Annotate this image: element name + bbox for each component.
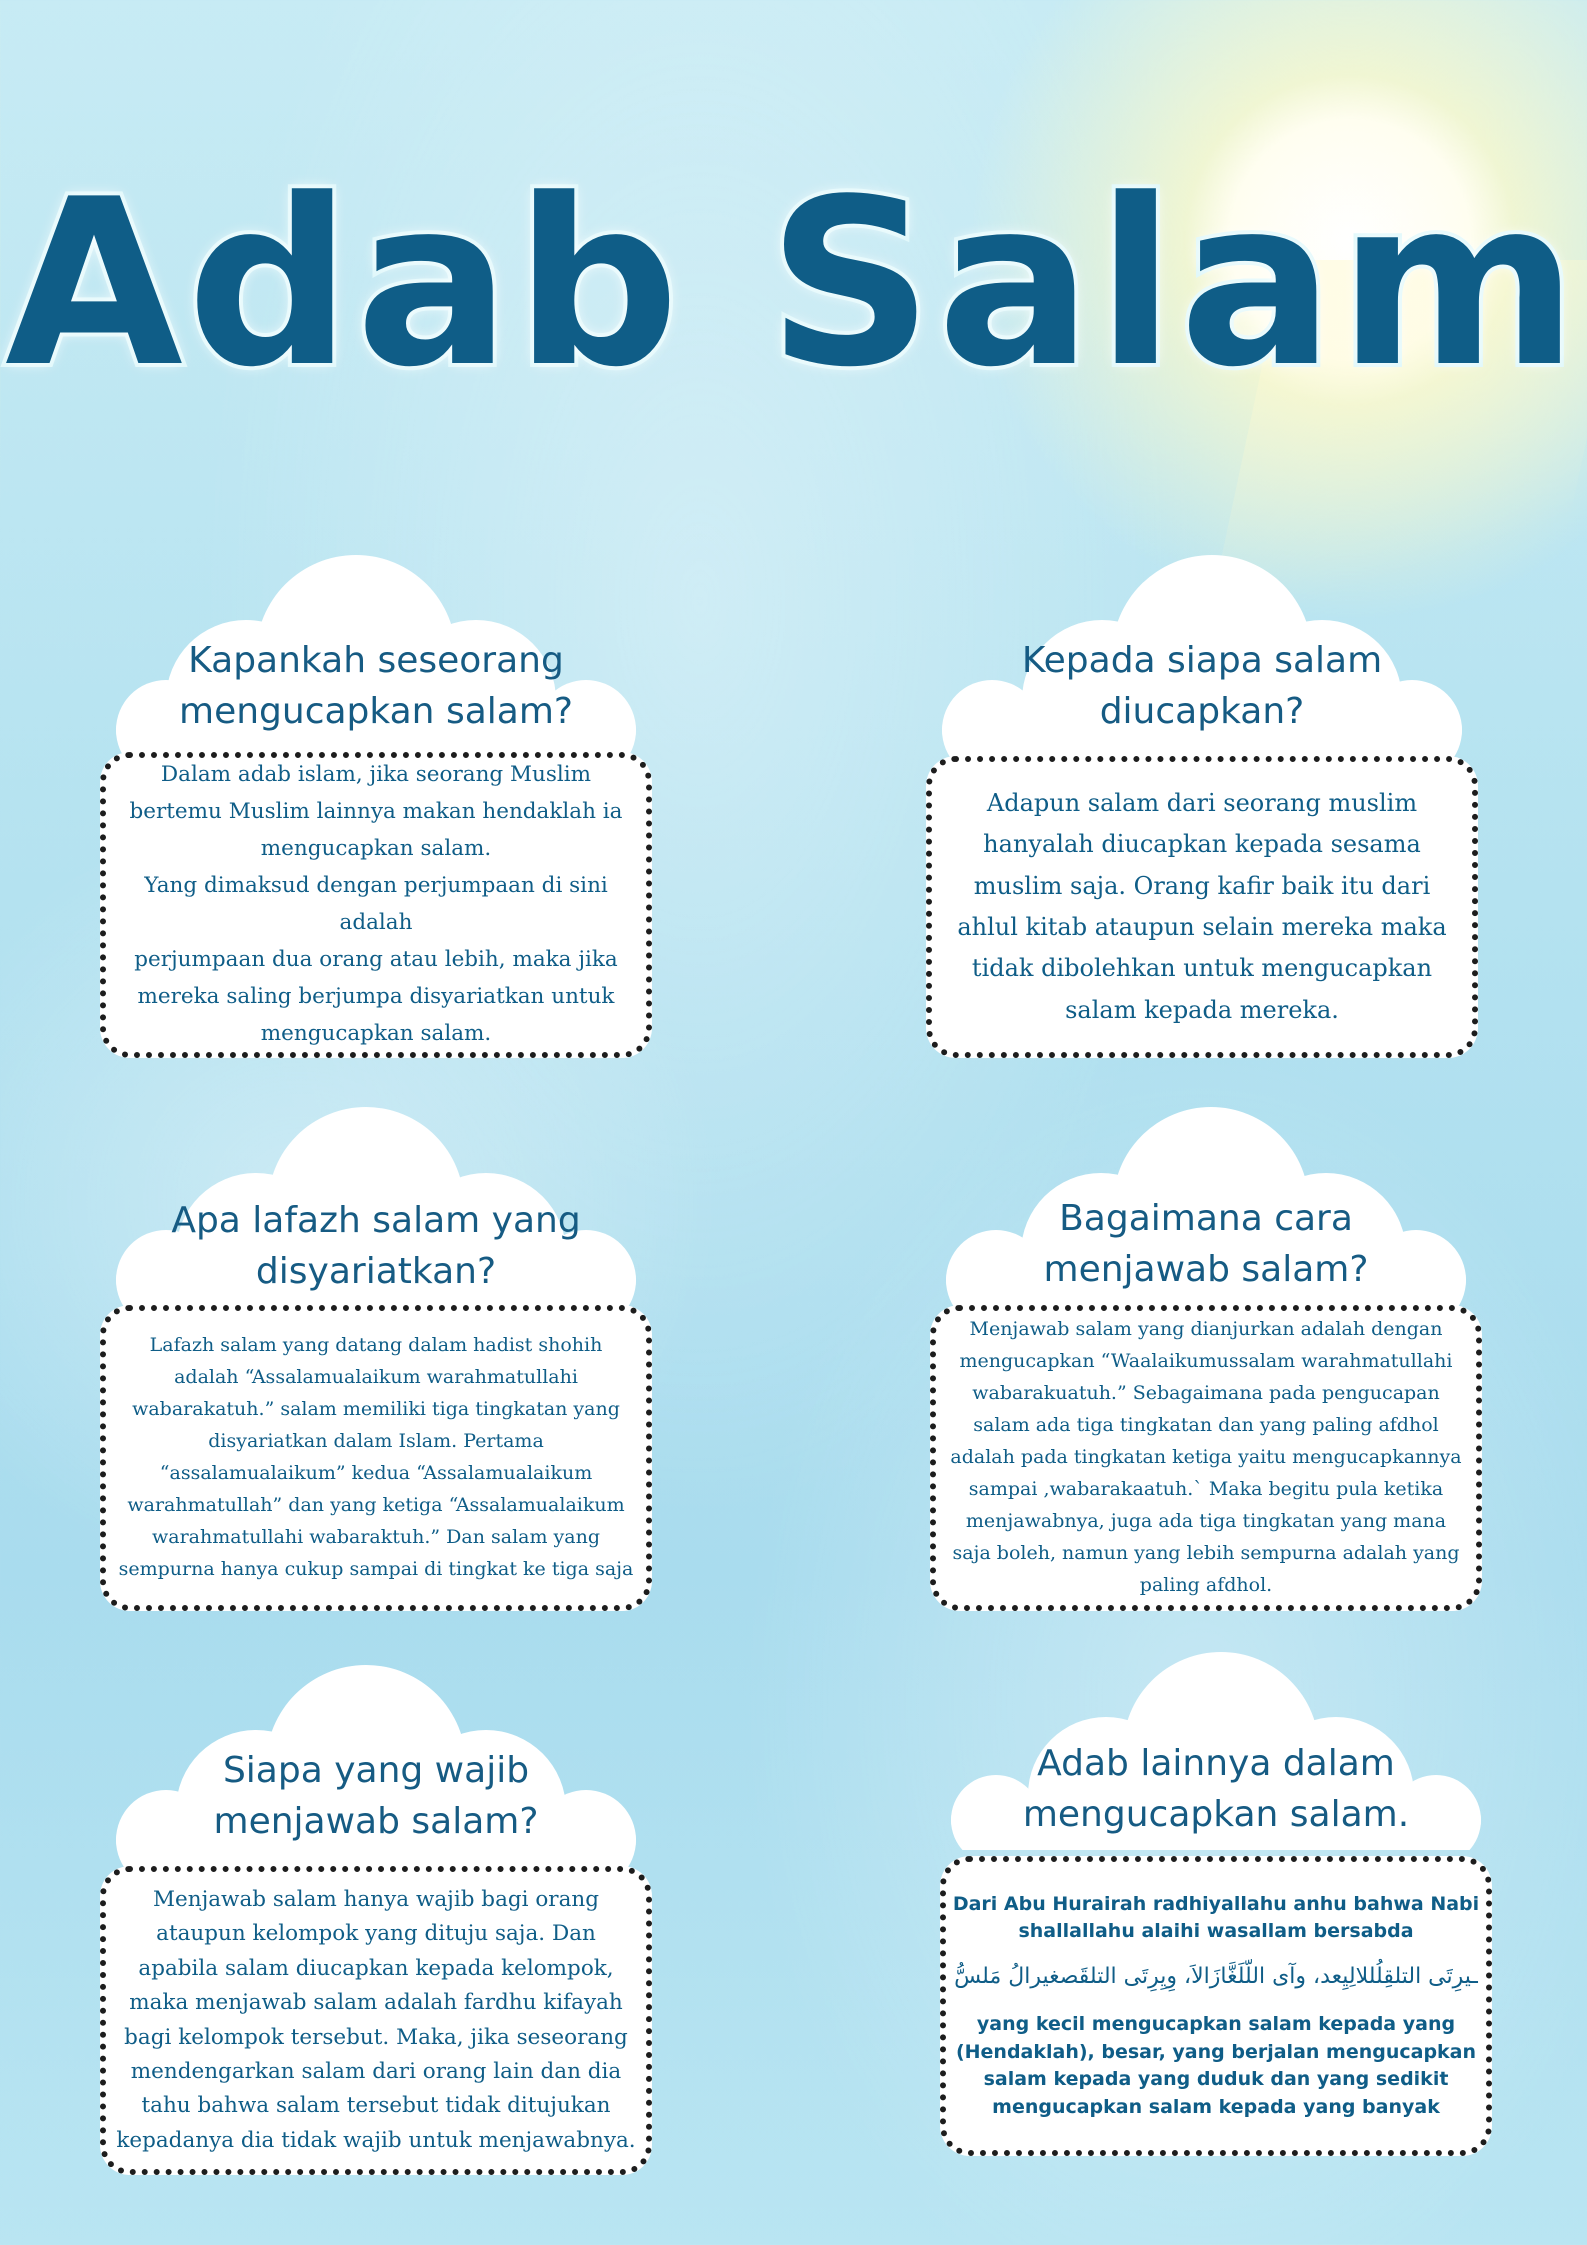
arabic-text: ـيرِتَى التلقِلُللالِيِعد، وآى اللّلَغَّ… bbox=[954, 1963, 1478, 1989]
card-title: Siapa yang wajib menjawab salam? bbox=[213, 1750, 539, 1843]
card-title: Apa lafazh salam yang disyariatkan? bbox=[171, 1200, 581, 1293]
card-title: Kepada siapa salam diucapkan? bbox=[1021, 640, 1383, 733]
card-body: Adapun salam dari seorang muslim hanyala… bbox=[926, 756, 1478, 1058]
card-body: Dari Abu Hurairah radhiyallahu anhu bahw… bbox=[940, 1856, 1492, 2156]
card-lafazh-salam: Apa lafazh salam yang disyariatkan? Lafa… bbox=[96, 1105, 656, 1611]
card-title: Kapankah seseorang mengucapkan salam? bbox=[179, 640, 573, 733]
poster-title: Adab Salam bbox=[1, 151, 1583, 418]
card-body-text: Lafazh salam yang datang dalam hadist sh… bbox=[118, 1334, 634, 1580]
card-body-text: Menjawab salam yang dianjurkan adalah de… bbox=[950, 1318, 1462, 1596]
hadith-translation: yang kecil mengucapkan salam kepada yang… bbox=[955, 2012, 1477, 2118]
card-cara-menjawab: Bagaimana cara menjawab salam? Menjawab … bbox=[926, 1105, 1486, 1611]
card-title: Bagaimana cara menjawab salam? bbox=[1043, 1198, 1369, 1291]
card-kapankah: Kapankah seseorang mengucapkan salam? Da… bbox=[96, 550, 656, 1058]
card-body: Menjawab salam hanya wajib bagi orang at… bbox=[100, 1866, 652, 2175]
card-body-text: Menjawab salam hanya wajib bagi orang at… bbox=[116, 1886, 636, 2153]
card-adab-lainnya: Adab lainnya dalam mengucapkan salam. Da… bbox=[936, 1650, 1496, 2158]
card-body-text: Adapun salam dari seorang muslim hanyala… bbox=[957, 789, 1447, 1024]
card-body-text: Dari Abu Hurairah radhiyallahu anhu bahw… bbox=[952, 1891, 1480, 2121]
hadith-intro: Dari Abu Hurairah radhiyallahu anhu bahw… bbox=[952, 1892, 1480, 1943]
card-body: Lafazh salam yang datang dalam hadist sh… bbox=[100, 1305, 652, 1611]
card-body: Menjawab salam yang dianjurkan adalah de… bbox=[930, 1305, 1482, 1611]
card-kepada-siapa: Kepada siapa salam diucapkan? Adapun sal… bbox=[922, 550, 1482, 1058]
card-body-text: Dalam adab islam, jika seorang Muslim be… bbox=[129, 762, 623, 1046]
card-wajib-menjawab: Siapa yang wajib menjawab salam? Menjawa… bbox=[96, 1660, 656, 2175]
card-title: Adab lainnya dalam mengucapkan salam. bbox=[1022, 1743, 1410, 1836]
card-body: Dalam adab islam, jika seorang Muslim be… bbox=[100, 752, 652, 1058]
